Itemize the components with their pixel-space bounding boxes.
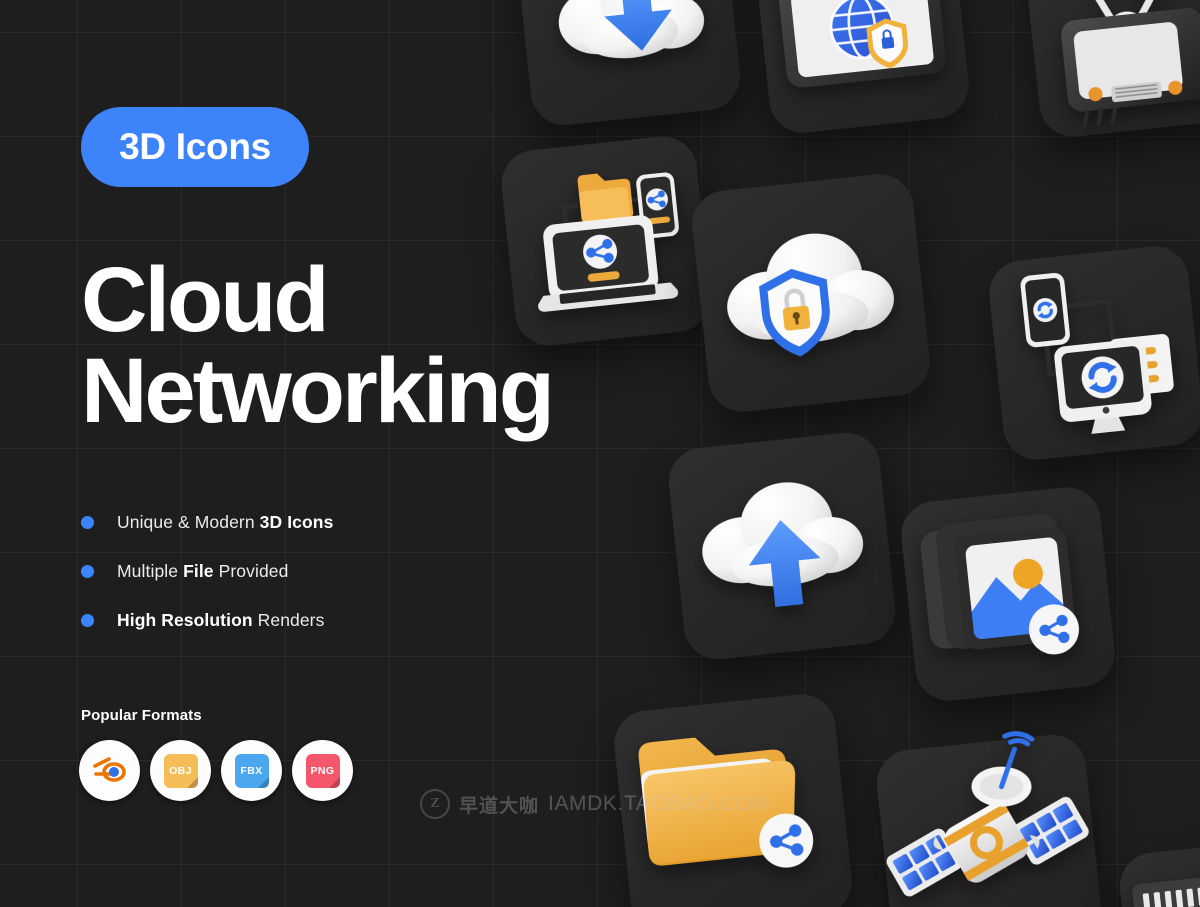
feature-text: High Resolution Renders: [117, 609, 325, 630]
format-label: FBX: [240, 764, 263, 777]
icon-card-folder-share[interactable]: [611, 691, 855, 907]
feature-text: Unique & Modern 3D Icons: [117, 511, 334, 532]
format-chip-obj[interactable]: OBJ: [150, 740, 211, 801]
icon-card-server-rack[interactable]: [1116, 840, 1200, 907]
format-chip-fbx[interactable]: FBX: [221, 740, 282, 801]
left-content-panel: 3D Icons Cloud Networking Unique & Moder…: [0, 0, 555, 907]
server-rack-icon: [1117, 841, 1200, 907]
browser-globe-security-icon: [752, 0, 972, 136]
format-label: PNG: [310, 764, 335, 777]
obj-file-icon: OBJ: [163, 753, 198, 788]
satellite-icon: [874, 731, 1105, 907]
image-share-icon: [898, 484, 1118, 704]
format-chip-blender[interactable]: [79, 740, 140, 801]
feature-text: Multiple File Provided: [117, 560, 289, 581]
feature-list: Unique & Modern 3D Icons Multiple File P…: [81, 508, 333, 655]
list-item: Multiple File Provided: [81, 557, 333, 585]
badge-label: 3D Icons: [119, 126, 271, 167]
icon-card-cloud-upload[interactable]: [665, 429, 899, 663]
icon-card-wifi-television[interactable]: [1022, 0, 1200, 140]
page-title: Cloud Networking: [81, 254, 555, 443]
wifi-television-icon: [1022, 0, 1200, 140]
device-sync-network-icon: [986, 243, 1200, 463]
icon-card-cloud-security[interactable]: [689, 171, 933, 415]
formats-list: OBJ FBX PNG: [79, 740, 353, 801]
png-file-icon: PNG: [305, 753, 340, 788]
formats-heading: Popular Formats: [81, 707, 202, 724]
icon-card-satellite[interactable]: [873, 731, 1105, 907]
format-label: OBJ: [169, 764, 192, 777]
blender-logo-icon: [92, 756, 126, 782]
page-title-line1: Cloud: [81, 249, 330, 351]
list-item: Unique & Modern 3D Icons: [81, 508, 333, 536]
list-item: High Resolution Renders: [81, 606, 333, 634]
bullet-dot-icon: [81, 613, 94, 627]
badge-3d-icons[interactable]: 3D Icons: [81, 107, 309, 187]
cloud-download-icon: [513, 0, 744, 128]
cloud-upload-icon: [666, 430, 899, 663]
icon-card-image-share[interactable]: [898, 484, 1118, 704]
icon-card-device-sync[interactable]: [986, 243, 1200, 463]
folder-share-icon: [611, 691, 855, 907]
fbx-file-icon: FBX: [234, 753, 269, 788]
icon-card-browser-security[interactable]: [752, 0, 972, 136]
bullet-dot-icon: [81, 564, 94, 578]
format-chip-png[interactable]: PNG: [292, 740, 353, 801]
bullet-dot-icon: [81, 515, 94, 529]
poster-canvas: 3D Icons Cloud Networking Unique & Moder…: [0, 0, 1200, 907]
cloud-security-lock-icon: [689, 171, 933, 415]
page-title-line2: Networking: [81, 340, 555, 443]
icon-card-cloud-download[interactable]: [512, 0, 744, 129]
